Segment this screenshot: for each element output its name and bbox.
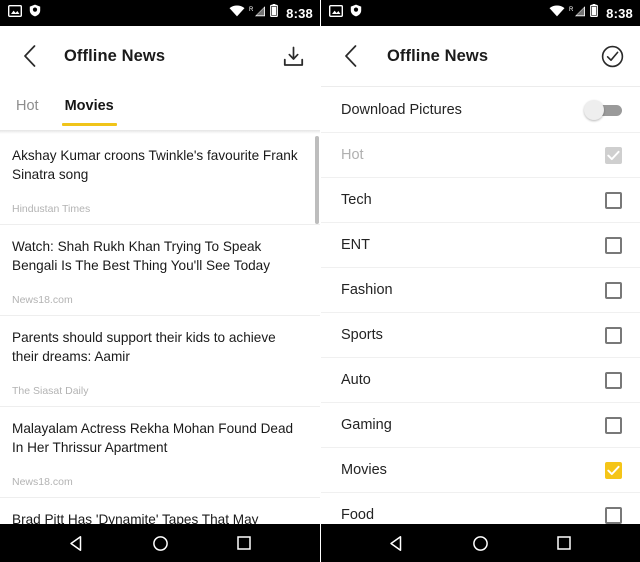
status-bar-right-icons: R 8:38 <box>549 4 633 22</box>
settings-list: Download Pictures Hot Tech ENT Fashion S… <box>321 86 640 524</box>
news-title: Watch: Shah Rukh Khan Trying To Speak Be… <box>12 239 271 273</box>
status-bar-left-icons <box>328 4 362 22</box>
shield-icon <box>350 4 362 22</box>
news-title: Parents should support their kids to ach… <box>12 330 276 364</box>
checkbox-hot <box>605 146 622 164</box>
image-icon <box>328 4 344 22</box>
page-title: Offline News <box>387 46 489 65</box>
news-list-item[interactable]: Malayalam Actress Rekha Mohan Found Dead… <box>0 407 320 498</box>
page-title: Offline News <box>64 46 166 65</box>
news-list-scrollbar[interactable] <box>315 136 319 224</box>
category-label: Movies <box>341 462 387 478</box>
nav-bar-left <box>0 524 320 562</box>
battery-icon <box>270 4 279 22</box>
status-bar-clock: 8:38 <box>286 5 313 21</box>
category-row-ent[interactable]: ENT <box>321 223 640 268</box>
checkbox-tech[interactable] <box>605 191 622 209</box>
category-row-sports[interactable]: Sports <box>321 313 640 358</box>
back-chevron-icon[interactable] <box>337 45 363 67</box>
image-icon <box>7 4 23 22</box>
download-pictures-toggle[interactable] <box>584 99 622 120</box>
setting-label: Download Pictures <box>341 101 462 118</box>
news-list-item[interactable]: Parents should support their kids to ach… <box>0 316 320 407</box>
news-source: The Siasat Daily <box>12 385 89 397</box>
category-row-fashion[interactable]: Fashion <box>321 268 640 313</box>
category-label: Gaming <box>341 417 392 433</box>
category-row-auto[interactable]: Auto <box>321 358 640 403</box>
status-bar-right: R 8:38 <box>321 0 640 26</box>
wifi-icon <box>549 4 565 22</box>
toggle-switch-off[interactable] <box>584 99 622 120</box>
category-label: Sports <box>341 327 383 343</box>
checkbox-sports[interactable] <box>605 326 622 344</box>
tab-movies[interactable]: Movies <box>61 86 117 130</box>
download-icon[interactable] <box>283 46 304 67</box>
status-bar-clock: 8:38 <box>606 5 633 21</box>
setting-row-download-pictures[interactable]: Download Pictures <box>321 87 640 133</box>
app-bar-left: Offline News <box>0 26 320 86</box>
home-circle-icon[interactable] <box>460 535 500 552</box>
check-circle-icon[interactable] <box>601 45 624 68</box>
tab-hot-label: Hot <box>16 98 39 114</box>
category-row-hot: Hot <box>321 133 640 178</box>
tab-hot[interactable]: Hot <box>16 86 39 130</box>
news-title: Malayalam Actress Rekha Mohan Found Dead… <box>12 421 294 455</box>
left-phone-screen: R 8:38 Offline News Hot Movies Akshay Ku… <box>0 0 320 562</box>
right-phone-screen: R 8:38 Offline News Download Pictures Ho… <box>320 0 640 562</box>
recents-square-icon[interactable] <box>224 535 264 551</box>
category-label: Hot <box>341 147 364 163</box>
status-bar-left-icons <box>7 4 41 22</box>
checkbox-ent[interactable] <box>605 236 622 254</box>
toggle-thumb <box>584 99 604 120</box>
category-row-food[interactable]: Food <box>321 493 640 524</box>
dual-screenshot-container: R 8:38 Offline News Hot Movies Akshay Ku… <box>0 0 640 562</box>
category-label: ENT <box>341 237 370 253</box>
category-row-tech[interactable]: Tech <box>321 178 640 223</box>
status-bar-right-icons: R 8:38 <box>229 4 313 22</box>
checkbox-movies[interactable] <box>605 461 622 479</box>
battery-icon <box>590 4 599 22</box>
back-triangle-icon[interactable] <box>56 535 96 552</box>
recents-square-icon[interactable] <box>544 535 584 551</box>
news-source: News18.com <box>12 476 73 488</box>
checkbox-auto[interactable] <box>605 371 622 389</box>
tab-indicator-movies <box>61 122 117 126</box>
category-row-gaming[interactable]: Gaming <box>321 403 640 448</box>
news-title: Brad Pitt Has 'Dynamite' Tapes That May … <box>12 512 259 524</box>
news-title: Akshay Kumar croons Twinkle's favourite … <box>12 148 298 182</box>
checkbox-gaming[interactable] <box>605 416 622 434</box>
signal-roaming-icon: R <box>569 4 586 22</box>
wifi-icon <box>229 4 245 22</box>
news-list-item[interactable]: Watch: Shah Rukh Khan Trying To Speak Be… <box>0 225 320 316</box>
news-list-item[interactable]: Brad Pitt Has 'Dynamite' Tapes That May … <box>0 498 320 524</box>
category-label: Auto <box>341 372 371 388</box>
news-list[interactable]: Akshay Kumar croons Twinkle's favourite … <box>0 134 320 524</box>
checkbox-fashion[interactable] <box>605 281 622 299</box>
category-row-movies[interactable]: Movies <box>321 448 640 493</box>
category-label: Food <box>341 507 375 523</box>
signal-roaming-icon: R <box>249 4 266 22</box>
back-triangle-icon[interactable] <box>377 535 417 552</box>
status-bar-left: R 8:38 <box>0 0 320 26</box>
tab-movies-label: Movies <box>64 98 114 114</box>
svg-text:R: R <box>249 7 254 13</box>
news-source: Hindustan Times <box>12 203 91 215</box>
category-label: Tech <box>341 192 372 208</box>
news-source: News18.com <box>12 294 73 306</box>
app-bar-right: Offline News <box>321 26 640 86</box>
news-list-item[interactable]: Akshay Kumar croons Twinkle's favourite … <box>0 134 320 225</box>
tab-bar: Hot Movies <box>0 86 320 130</box>
nav-bar-right <box>321 524 640 562</box>
home-circle-icon[interactable] <box>140 535 180 552</box>
back-chevron-icon[interactable] <box>16 45 42 67</box>
checkbox-food[interactable] <box>605 506 622 524</box>
shield-icon <box>29 4 41 22</box>
svg-text:R: R <box>569 7 574 13</box>
category-label: Fashion <box>341 282 393 298</box>
